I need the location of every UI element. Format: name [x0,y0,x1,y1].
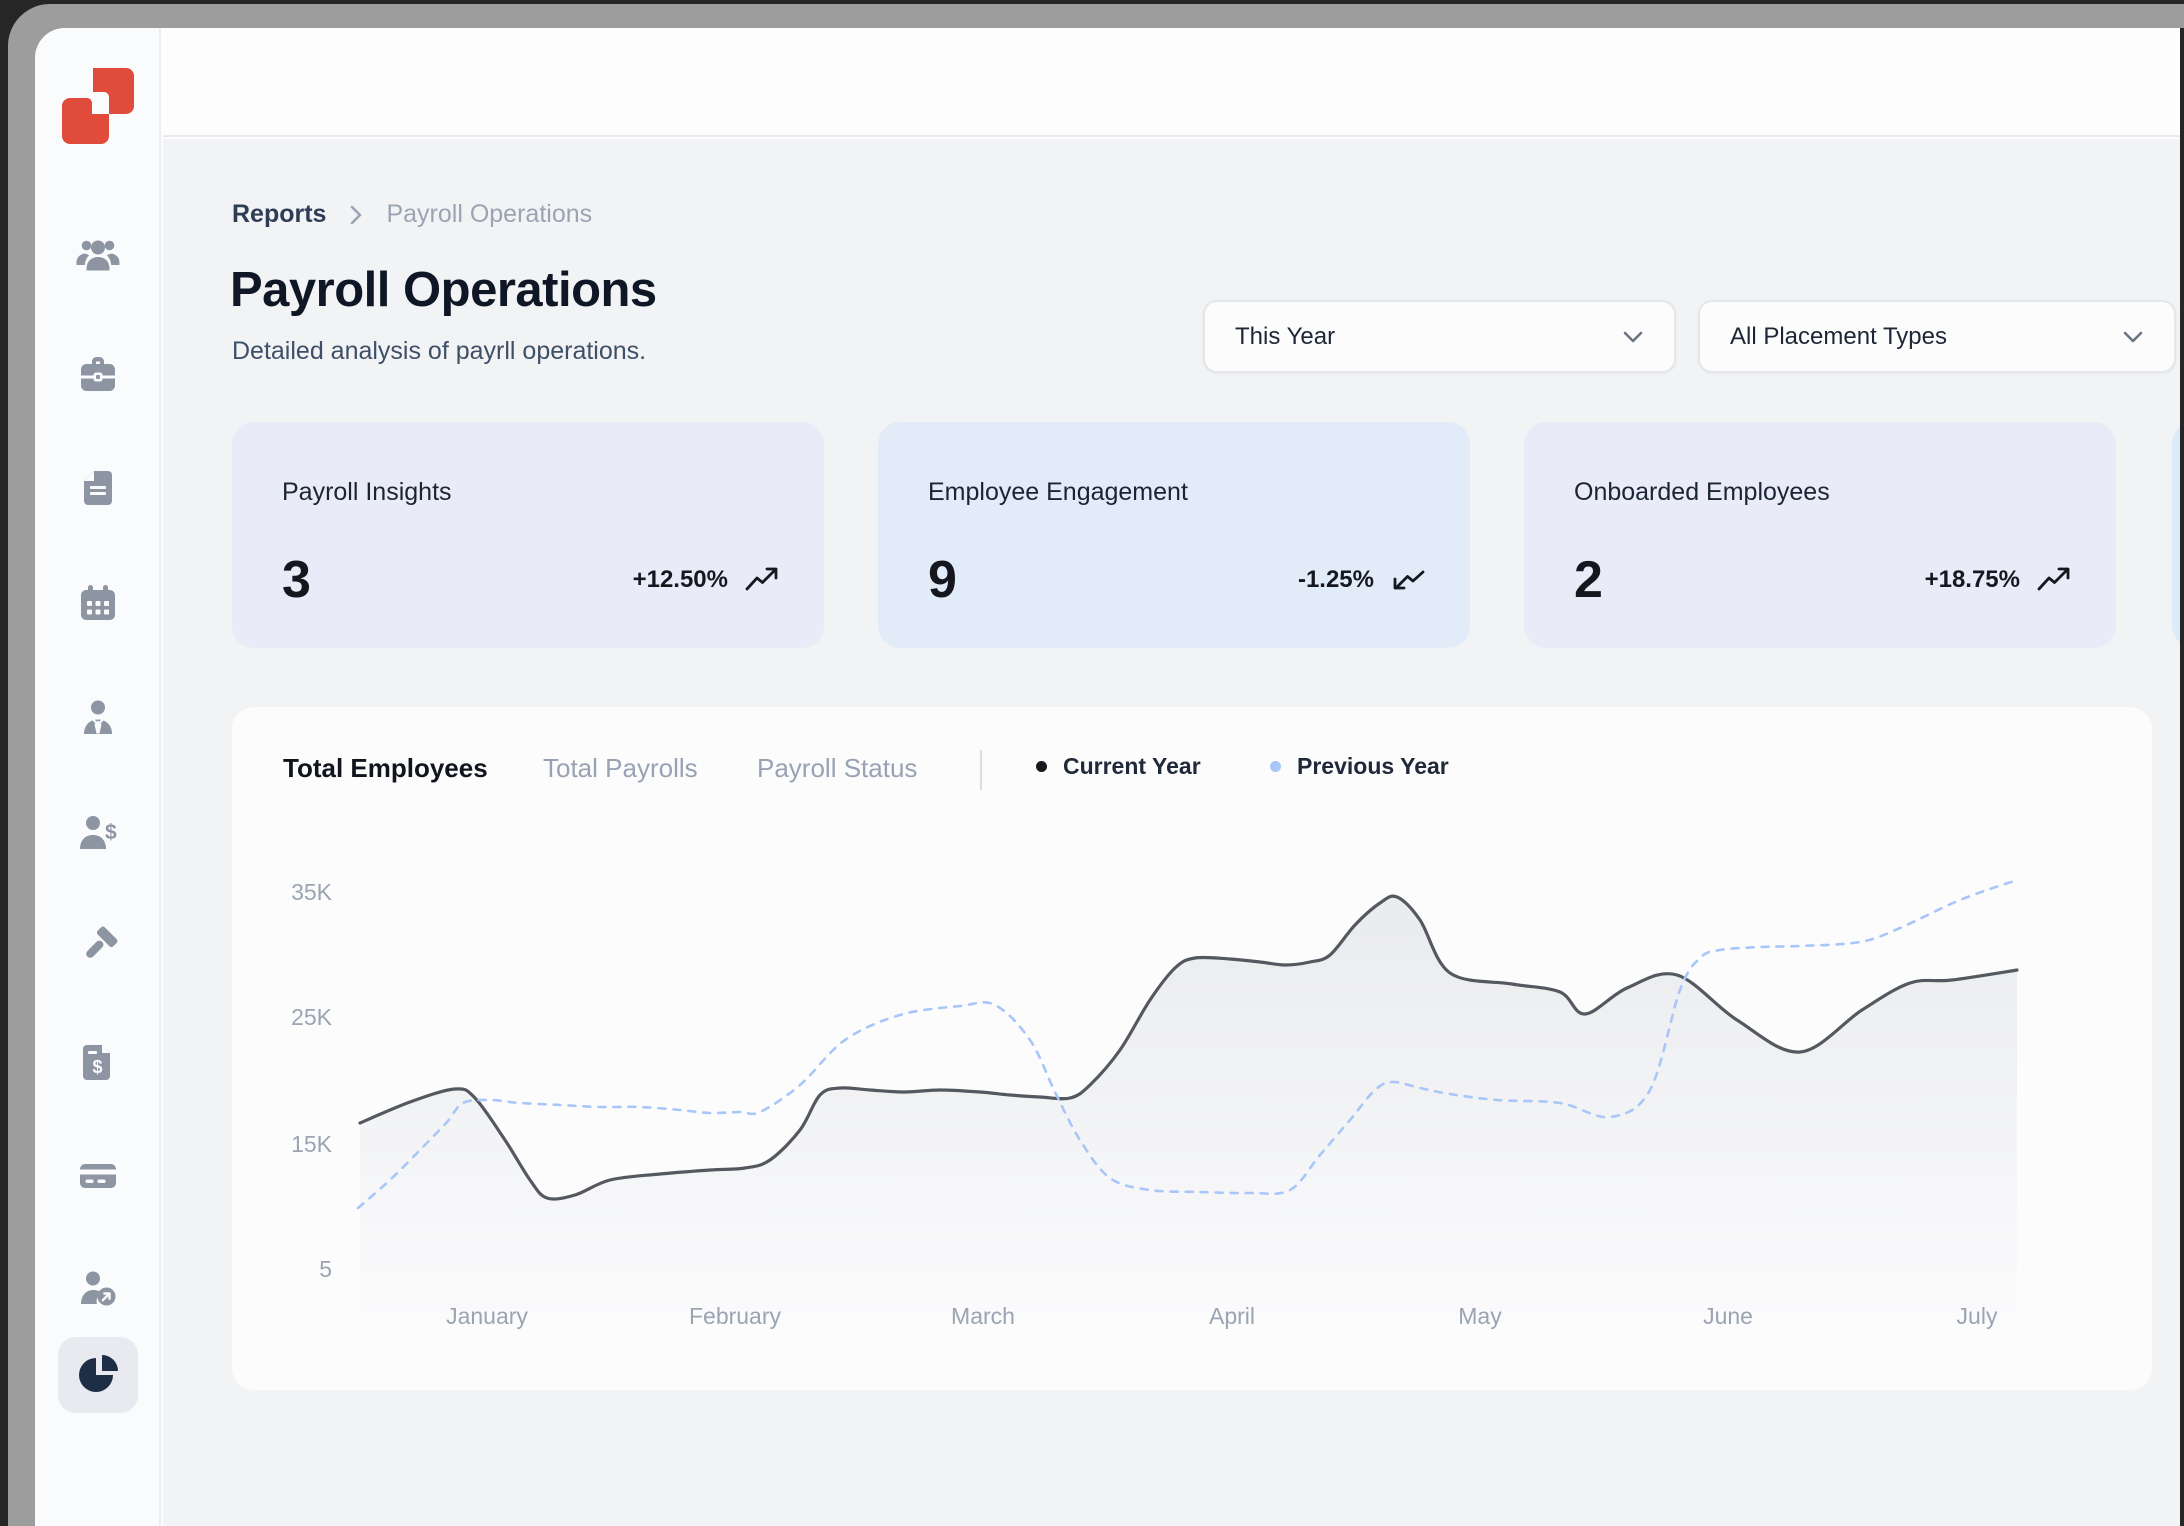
sidebar-item-reports-active[interactable] [35,1353,161,1397]
stat-card-title: Employee Engagement [928,478,1420,507]
stat-card-payroll-insights: Payroll Insights 3 +12.50% [232,422,824,648]
legend-previous-year: Previous Year [1270,753,1449,780]
page-title: Payroll Operations [230,262,657,318]
sidebar-item-referrals[interactable] [35,1266,161,1310]
top-header [163,28,2180,137]
stat-card-employee-engagement: Employee Engagement 9 -1.25% [878,422,1470,648]
line-chart [352,860,2112,1320]
businessman-icon [76,696,120,740]
sidebar-item-team[interactable] [35,234,161,278]
stat-card-delta: +12.50% [633,565,780,595]
sidebar-item-jobs[interactable] [35,353,161,397]
y-tick: 35K [252,879,332,906]
sidebar-item-payments[interactable] [35,1153,161,1197]
app-screenshot: $ $ [0,0,2184,1526]
svg-text:$: $ [105,821,117,844]
sidebar: $ $ [35,28,161,1526]
tab-total-payrolls[interactable]: Total Payrolls [543,753,698,784]
chevron-down-icon [2122,330,2144,344]
chevron-down-icon [1622,330,1644,344]
stat-card-value: 2 [1574,550,1603,610]
tab-divider [980,750,982,790]
calendar-icon [76,581,120,625]
stat-card-value: 3 [282,550,311,610]
trending-up-icon [2036,565,2072,595]
pie-chart-icon [76,1353,120,1397]
trending-down-icon [1390,565,1426,595]
sidebar-item-payroll[interactable]: $ [35,811,161,855]
legend-dot-previous [1270,761,1281,772]
period-dropdown[interactable]: This Year [1203,300,1676,373]
chevron-right-icon [348,203,364,227]
document-icon [76,466,120,510]
svg-text:$: $ [93,1057,103,1077]
stat-card-title: Onboarded Employees [1574,478,2066,507]
credit-card-icon [76,1153,120,1197]
trending-up-icon [744,565,780,595]
briefcase-icon [76,353,120,397]
legend-current-year: Current Year [1036,753,1201,780]
person-dollar-icon: $ [76,811,120,855]
breadcrumb-current: Payroll Operations [386,200,592,229]
person-arrow-icon [76,1266,120,1310]
stat-card-onboarded-employees: Onboarded Employees 2 +18.75% [1524,422,2116,648]
y-tick: 5 [252,1256,332,1283]
page-subtitle: Detailed analysis of payrll operations. [232,337,646,366]
sidebar-item-documents[interactable] [35,466,161,510]
sidebar-item-invoices[interactable]: $ [35,1041,161,1085]
brand-logo[interactable] [62,68,134,144]
users-icon [76,234,120,278]
tab-total-employees[interactable]: Total Employees [283,753,488,784]
stat-card-delta: +18.75% [1925,565,2072,595]
sidebar-item-compliance[interactable] [35,924,161,968]
stat-card-title: Payroll Insights [282,478,774,507]
legend-dot-current [1036,761,1047,772]
breadcrumb: Reports Payroll Operations [232,200,592,229]
tab-payroll-status[interactable]: Payroll Status [757,753,917,784]
gavel-icon [76,924,120,968]
placement-type-dropdown[interactable]: All Placement Types [1698,300,2176,373]
stat-card-value: 9 [928,550,957,610]
stat-card-delta: -1.25% [1298,565,1426,595]
placement-dropdown-value: All Placement Types [1730,323,1947,351]
period-dropdown-value: This Year [1235,323,1335,351]
invoice-dollar-icon: $ [76,1041,120,1085]
sidebar-item-employees[interactable] [35,696,161,740]
sidebar-item-calendar[interactable] [35,581,161,625]
y-tick: 25K [252,1004,332,1031]
breadcrumb-reports[interactable]: Reports [232,200,326,229]
y-tick: 15K [252,1131,332,1158]
screen-edge [2180,28,2184,1526]
